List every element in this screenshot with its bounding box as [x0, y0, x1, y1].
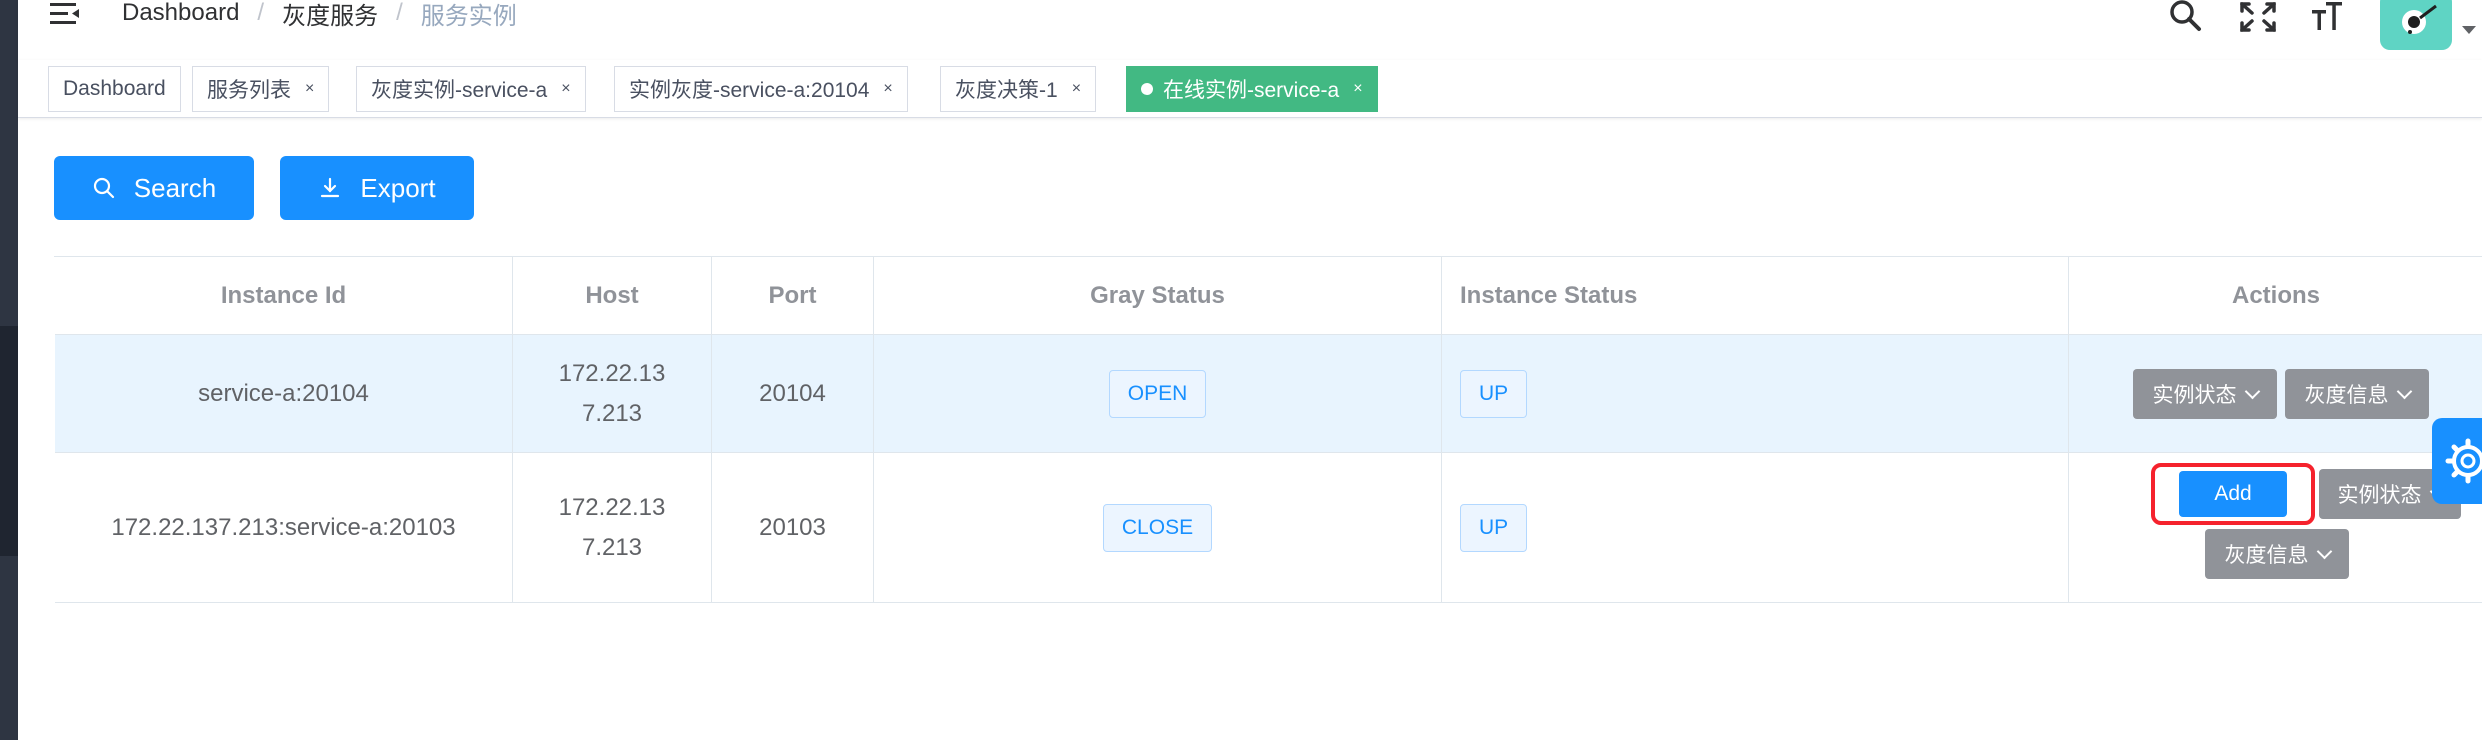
tag-label: 实例灰度-service-a:20104	[629, 79, 870, 102]
cell-port: 20104	[712, 335, 874, 453]
breadcrumb-separator: /	[257, 0, 265, 26]
header-host: Host	[513, 257, 712, 335]
tag-label: 灰度实例-service-a	[371, 79, 548, 102]
dropdown-label: 实例状态	[2337, 484, 2422, 507]
table-row: service-a:20104 172.22.137.213 20104 OPE…	[55, 335, 2482, 453]
navbar: Dashboard / 灰度服务 / 服务实例	[18, 0, 2482, 60]
sidebar-edge	[0, 0, 18, 740]
cell-actions: Add 实例状态 灰度信息	[2069, 453, 2482, 603]
settings-gear-button[interactable]	[2432, 418, 2482, 504]
cell-port: 20103	[712, 453, 874, 603]
header-instance-status: Instance Status	[1442, 257, 2069, 335]
cell-instance-id: service-a:20104	[55, 335, 513, 453]
instance-table: Instance Id Host Port Gray Status Instan…	[54, 256, 2482, 603]
breadcrumb-current: 服务实例	[420, 2, 517, 30]
instance-status-badge: UP	[1460, 503, 1528, 552]
actions-wrap: 实例状态 灰度信息	[2069, 335, 2482, 452]
dropdown-label: 实例状态	[2152, 384, 2237, 407]
active-dot-icon	[1141, 83, 1153, 95]
cell-instance-status: UP	[1442, 453, 2069, 603]
chevron-down-icon	[2244, 383, 2260, 399]
header-instance-id: Instance Id	[55, 257, 513, 335]
tag-label: 在线实例-service-a	[1163, 79, 1340, 102]
tag-dashboard[interactable]: Dashboard	[48, 66, 181, 112]
dropdown-label: 灰度信息	[2304, 384, 2389, 407]
search-button[interactable]: Search	[54, 156, 254, 220]
table-row: 172.22.137.213:service-a:20103 172.22.13…	[55, 453, 2482, 603]
cell-actions: 实例状态 灰度信息	[2069, 335, 2482, 453]
close-icon[interactable]: ×	[561, 80, 570, 98]
host-text: 172.22.137.213	[558, 359, 666, 427]
search-icon[interactable]	[2166, 0, 2206, 36]
app-main: Dashboard / 灰度服务 / 服务实例 Dashboard 服务列表 ×…	[18, 0, 2482, 740]
export-button-label: Export	[360, 172, 436, 203]
tag-label: 灰度决策-1	[955, 79, 1058, 102]
close-icon[interactable]: ×	[1353, 80, 1362, 98]
cell-instance-status: UP	[1442, 335, 2069, 453]
cell-gray-status: OPEN	[874, 335, 1442, 453]
gray-status-badge: OPEN	[1108, 369, 1207, 418]
tag-service-list[interactable]: 服务列表 ×	[192, 66, 330, 112]
sidebar-edge-dark	[0, 326, 18, 556]
hamburger-icon[interactable]	[50, 0, 80, 28]
actions-wrap: Add 实例状态 灰度信息	[2069, 453, 2482, 602]
gear-icon	[2445, 438, 2482, 484]
cell-host: 172.22.137.213	[513, 335, 712, 453]
tag-online-instance[interactable]: 在线实例-service-a ×	[1126, 66, 1378, 112]
close-icon[interactable]: ×	[1072, 80, 1081, 98]
download-icon	[321, 177, 340, 198]
breadcrumb-separator: /	[396, 0, 403, 26]
add-button-label: Add	[2214, 482, 2252, 505]
gray-status-badge: CLOSE	[1102, 503, 1213, 552]
export-button[interactable]: Export	[280, 156, 474, 220]
close-icon[interactable]: ×	[883, 80, 892, 98]
dropdown-label: 灰度信息	[2224, 544, 2309, 567]
font-size-icon[interactable]	[2308, 0, 2348, 36]
header-port: Port	[712, 257, 874, 335]
chevron-down-icon[interactable]	[2462, 26, 2476, 34]
breadcrumb: Dashboard / 灰度服务 / 服务实例	[122, 0, 517, 31]
breadcrumb-dashboard[interactable]: Dashboard	[122, 0, 239, 27]
search-icon	[93, 177, 114, 199]
header-gray-status: Gray Status	[874, 257, 1442, 335]
tag-label: 服务列表	[207, 79, 291, 102]
gray-info-dropdown[interactable]: 灰度信息	[2205, 529, 2349, 579]
chevron-down-icon	[2316, 543, 2332, 559]
fullscreen-icon[interactable]	[2238, 0, 2278, 36]
chevron-down-icon	[2396, 383, 2412, 399]
instance-status-badge: UP	[1460, 369, 1528, 418]
tags-view: Dashboard 服务列表 × 灰度实例-service-a × 实例灰度-s…	[18, 60, 2482, 118]
add-button[interactable]: Add	[2179, 471, 2287, 517]
tag-label: Dashboard	[63, 77, 166, 100]
cell-instance-id: 172.22.137.213:service-a:20103	[55, 453, 513, 603]
tag-gray-decision[interactable]: 灰度决策-1 ×	[940, 66, 1097, 112]
cell-host: 172.22.137.213	[513, 453, 712, 603]
close-icon[interactable]: ×	[305, 80, 314, 98]
avatar[interactable]	[2380, 0, 2452, 50]
host-text: 172.22.137.213	[558, 493, 666, 561]
cell-gray-status: CLOSE	[874, 453, 1442, 603]
table-header-row: Instance Id Host Port Gray Status Instan…	[55, 257, 2482, 335]
search-button-label: Search	[133, 172, 217, 203]
breadcrumb-gray-service[interactable]: 灰度服务	[282, 0, 378, 31]
instance-status-dropdown[interactable]: 实例状态	[2133, 369, 2277, 419]
tag-gray-instance[interactable]: 灰度实例-service-a ×	[356, 66, 586, 112]
tag-instance-gray[interactable]: 实例灰度-service-a:20104 ×	[614, 66, 908, 112]
header-actions: Actions	[2069, 257, 2482, 335]
gray-info-dropdown[interactable]: 灰度信息	[2285, 369, 2429, 419]
